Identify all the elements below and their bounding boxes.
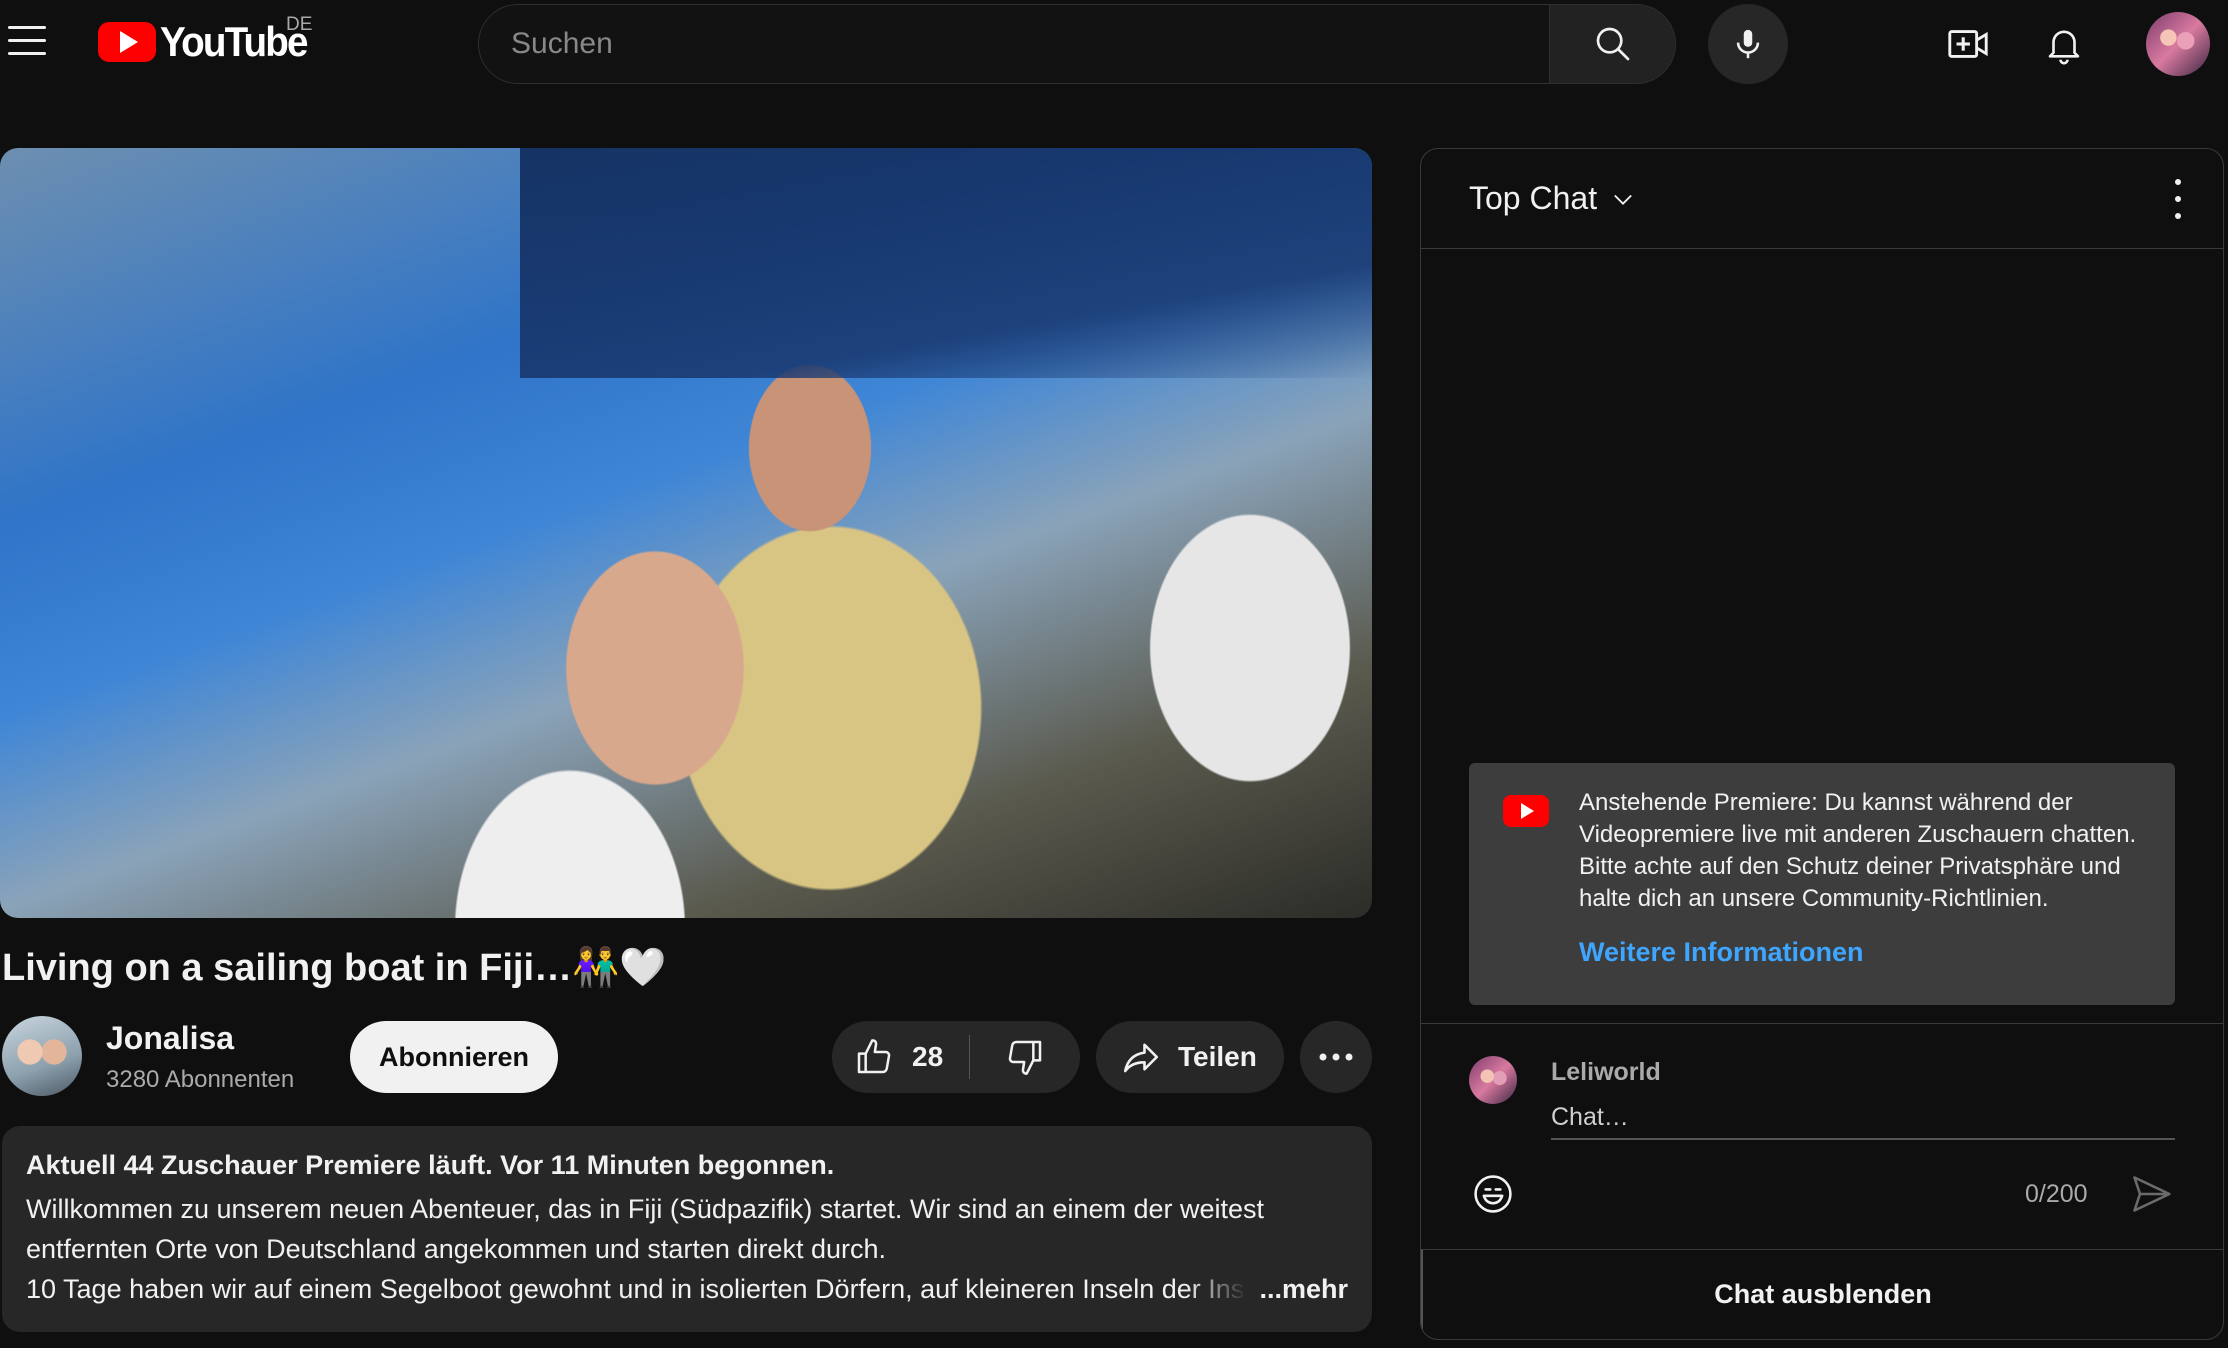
microphone-icon	[1736, 29, 1760, 59]
chat-username: Leliworld	[1551, 1058, 1661, 1086]
search-button[interactable]	[1549, 5, 1675, 83]
masthead: YouTube DE	[0, 0, 2228, 88]
premiere-notice-text: Anstehende Premiere: Du kannst während d…	[1579, 789, 2137, 912]
send-icon	[2133, 1176, 2171, 1212]
description-box[interactable]: Aktuell 44 Zuschauer Premiere läuft. Vor…	[2, 1126, 1372, 1332]
like-count: 28	[912, 1041, 944, 1072]
bell-icon	[2048, 30, 2080, 65]
country-code: DE	[286, 14, 313, 35]
account-avatar[interactable]	[2146, 12, 2210, 76]
create-video-icon	[1948, 30, 1988, 58]
channel-name[interactable]: Jonalisa	[106, 1020, 234, 1057]
youtube-play-icon	[98, 22, 156, 62]
chevron-down-icon	[1614, 194, 1632, 205]
chat-header: Top Chat	[1421, 149, 2223, 249]
hide-chat-button[interactable]: Chat ausblenden	[1421, 1249, 2223, 1339]
thumbs-down-icon	[1008, 1040, 1042, 1075]
search-icon	[1596, 27, 1629, 61]
share-icon	[1123, 1043, 1159, 1073]
like-dislike-group: 28	[832, 1021, 1080, 1093]
smiley-icon	[1474, 1175, 1512, 1213]
live-chat-panel: Top Chat Anstehende Premiere: Du kannst …	[1420, 148, 2224, 1340]
channel-avatar[interactable]	[2, 1016, 82, 1096]
subscriber-count: 3280 Abonnenten	[106, 1066, 295, 1093]
create-button[interactable]	[1944, 20, 1992, 68]
description-line: 10 Tage haben wir auf einem Segelboot ge…	[26, 1274, 1248, 1304]
chat-composer: Leliworld 0/200	[1421, 1023, 2223, 1249]
description-meta: Aktuell 44 Zuschauer Premiere läuft. Vor…	[26, 1150, 835, 1180]
more-actions-button[interactable]	[1300, 1021, 1372, 1093]
description-line: Willkommen zu unserem neuen Abenteuer, d…	[26, 1194, 1265, 1224]
notifications-button[interactable]	[2040, 20, 2088, 68]
more-horizontal-icon	[1319, 1053, 1353, 1061]
video-title: Living on a sailing boat in Fiji…👫🤍	[2, 947, 667, 989]
description-last-row: 10 Tage haben wir auf einem Segelboot ge…	[26, 1269, 1348, 1309]
menu-icon[interactable]	[8, 26, 46, 56]
description-more-link[interactable]: ...mehr	[1259, 1269, 1348, 1309]
more-info-link[interactable]: Weitere Informationen	[1579, 937, 2147, 968]
chat-mode-selector[interactable]: Top Chat	[1469, 180, 1637, 217]
voice-search-button[interactable]	[1708, 4, 1788, 84]
send-button[interactable]	[2129, 1172, 2173, 1216]
chat-options-icon[interactable]	[2173, 179, 2183, 219]
dislike-button[interactable]	[970, 1021, 1080, 1093]
logo-wordmark: YouTube	[160, 18, 309, 65]
video-player[interactable]	[0, 148, 1372, 918]
character-counter: 0/200	[2025, 1180, 2088, 1208]
description-line: entfernten Orte von Deutschland angekomm…	[26, 1234, 886, 1264]
chat-input[interactable]	[1551, 1096, 2175, 1140]
like-button[interactable]: 28	[832, 1035, 971, 1079]
share-button[interactable]: Teilen	[1096, 1021, 1284, 1093]
share-label: Teilen	[1178, 1041, 1257, 1072]
premiere-notice: Anstehende Premiere: Du kannst während d…	[1469, 763, 2175, 1005]
search-bar	[478, 4, 1676, 84]
subscribe-button[interactable]: Abonnieren	[350, 1021, 558, 1093]
chat-mode-label: Top Chat	[1469, 180, 1598, 216]
emoji-button[interactable]	[1471, 1172, 1515, 1216]
search-input[interactable]	[479, 5, 1549, 83]
youtube-play-icon	[1503, 795, 1549, 827]
thumbs-up-icon	[857, 1039, 891, 1074]
chat-user-avatar	[1469, 1056, 1517, 1104]
